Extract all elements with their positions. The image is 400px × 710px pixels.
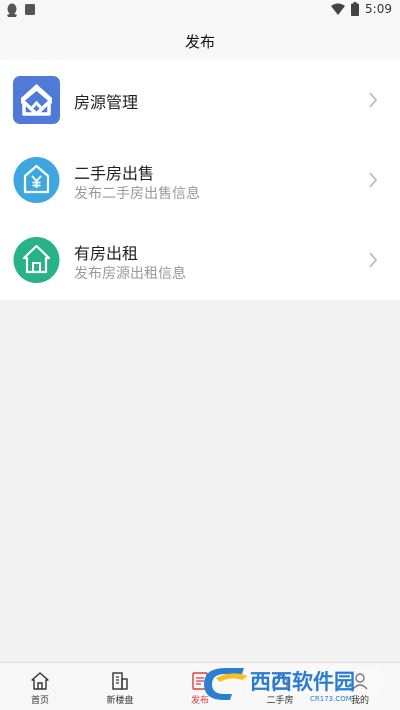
- menu-item-house-rent[interactable]: 有房出租 发布房源出租信息: [0, 220, 400, 300]
- chevron-right-icon: [369, 252, 378, 268]
- watermark-text: 西西软件园: [250, 670, 355, 694]
- menu-list: 房源管理 二手房出售 发布二手房出售信息 有房出租 发布房源出租信息: [0, 60, 400, 300]
- house-rent-icon: [13, 237, 60, 283]
- menu-item-title: 二手房出售: [74, 164, 155, 183]
- menu-item-subtitle: 发布房源出租信息: [74, 266, 186, 282]
- yen-house-icon: [13, 157, 60, 203]
- menu-item-second-hand-sale[interactable]: 二手房出售 发布二手房出售信息: [0, 140, 400, 220]
- menu-item-title: 有房出租: [74, 244, 139, 263]
- qq-icon: [7, 3, 17, 17]
- cr173-watermark: 西西软件园 CR173.COM: [204, 668, 382, 703]
- chevron-right-icon: [369, 172, 378, 188]
- battery-icon: [351, 2, 360, 16]
- menu-item-house-manage[interactable]: 房源管理: [0, 60, 400, 140]
- menu-item-title: 房源管理: [74, 93, 139, 112]
- notification-icon: [25, 4, 35, 15]
- building-icon: [112, 672, 128, 690]
- home-icon: [31, 672, 49, 690]
- page-title: 发布: [184, 32, 215, 51]
- app-header: 发布: [0, 20, 400, 62]
- status-time: 5:09: [365, 2, 392, 16]
- menu-item-subtitle: 发布二手房出售信息: [74, 186, 200, 202]
- status-bar: 5:09: [0, 0, 400, 20]
- wifi-icon: [331, 3, 346, 15]
- tab-new-buildings[interactable]: 新楼盘: [80, 663, 160, 710]
- house-manage-icon: [13, 76, 60, 124]
- tab-home[interactable]: 首页: [0, 663, 80, 710]
- watermark-url: CR173.COM: [310, 695, 352, 703]
- chevron-right-icon: [369, 92, 378, 108]
- tab-label: 新楼盘: [106, 696, 134, 706]
- tab-label: 首页: [30, 696, 49, 706]
